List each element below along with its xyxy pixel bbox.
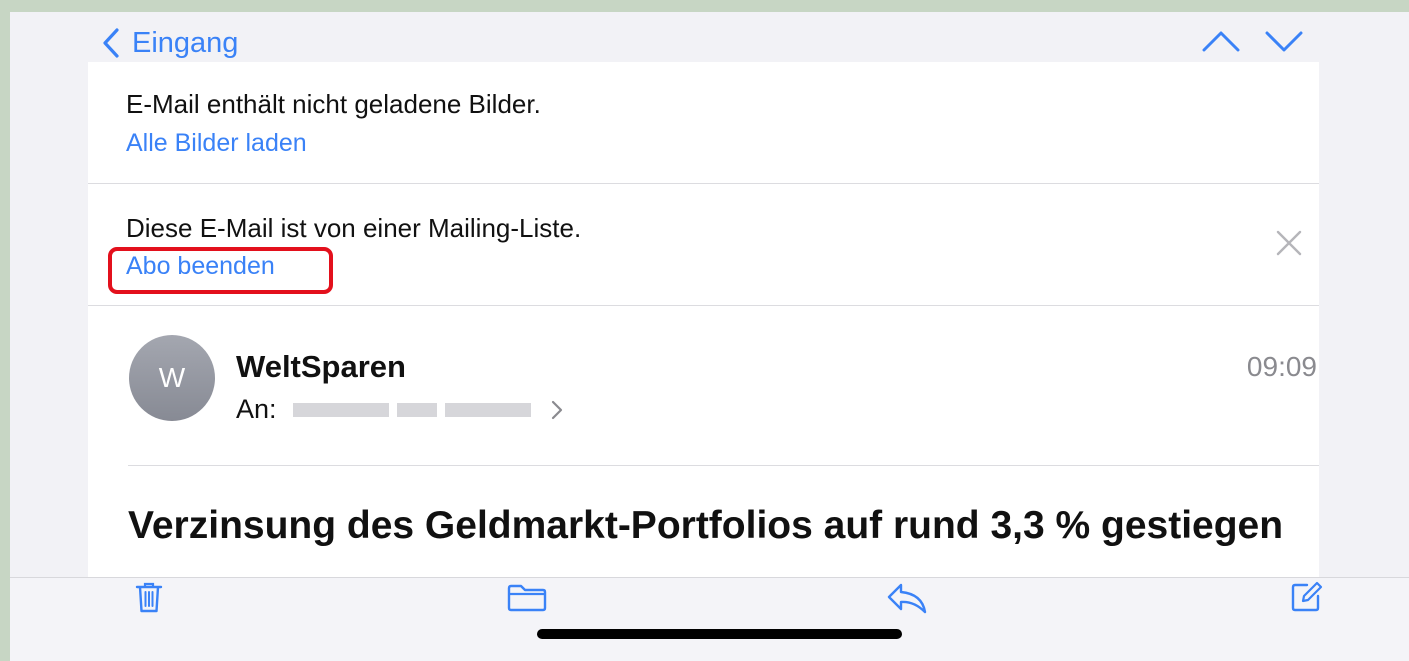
move-folder-button[interactable] — [507, 584, 547, 612]
sender-name[interactable]: WeltSparen — [236, 349, 406, 385]
trash-button[interactable] — [134, 580, 164, 614]
images-notice-text: E-Mail enthält nicht geladene Bilder. — [126, 89, 541, 119]
compose-icon — [1289, 580, 1323, 614]
unsubscribe-highlight — [108, 247, 333, 294]
mail-subject: Verzinsung des Geldmarkt-Portfolios auf … — [128, 504, 1284, 547]
divider — [88, 305, 1319, 306]
chevron-down-icon — [1265, 30, 1303, 52]
reply-icon — [886, 582, 928, 614]
divider — [88, 183, 1319, 184]
mail-card: E-Mail enthält nicht geladene Bilder. Al… — [88, 62, 1319, 588]
back-label: Eingang — [132, 27, 239, 59]
mail-screen: Eingang E-Mail enthält nicht geladene Bi… — [10, 12, 1409, 661]
divider — [128, 465, 1319, 466]
load-images-link[interactable]: Alle Bilder laden — [126, 129, 307, 158]
mailing-list-notice-text: Diese E-Mail ist von einer Mailing-Liste… — [126, 213, 582, 243]
reply-button[interactable] — [886, 582, 928, 614]
chevron-right-icon — [551, 400, 563, 420]
chevron-left-icon — [102, 28, 120, 58]
folder-icon — [507, 584, 547, 612]
previous-mail-button[interactable] — [1202, 30, 1240, 52]
next-mail-button[interactable] — [1265, 30, 1303, 52]
compose-button[interactable] — [1289, 580, 1323, 614]
dismiss-notice-button[interactable] — [1276, 230, 1302, 256]
avatar[interactable]: W — [129, 335, 215, 421]
home-indicator[interactable] — [537, 629, 902, 639]
avatar-initial: W — [158, 362, 186, 393]
close-icon — [1276, 230, 1302, 256]
trash-icon — [134, 580, 164, 614]
chevron-up-icon — [1202, 30, 1240, 52]
to-label: An: — [236, 394, 277, 424]
back-button[interactable]: Eingang — [102, 26, 238, 60]
recipient-row[interactable]: An: — [236, 394, 563, 425]
bottom-toolbar — [10, 577, 1409, 661]
mail-time: 09:09 — [1246, 351, 1317, 382]
recipient-redacted — [292, 399, 539, 421]
